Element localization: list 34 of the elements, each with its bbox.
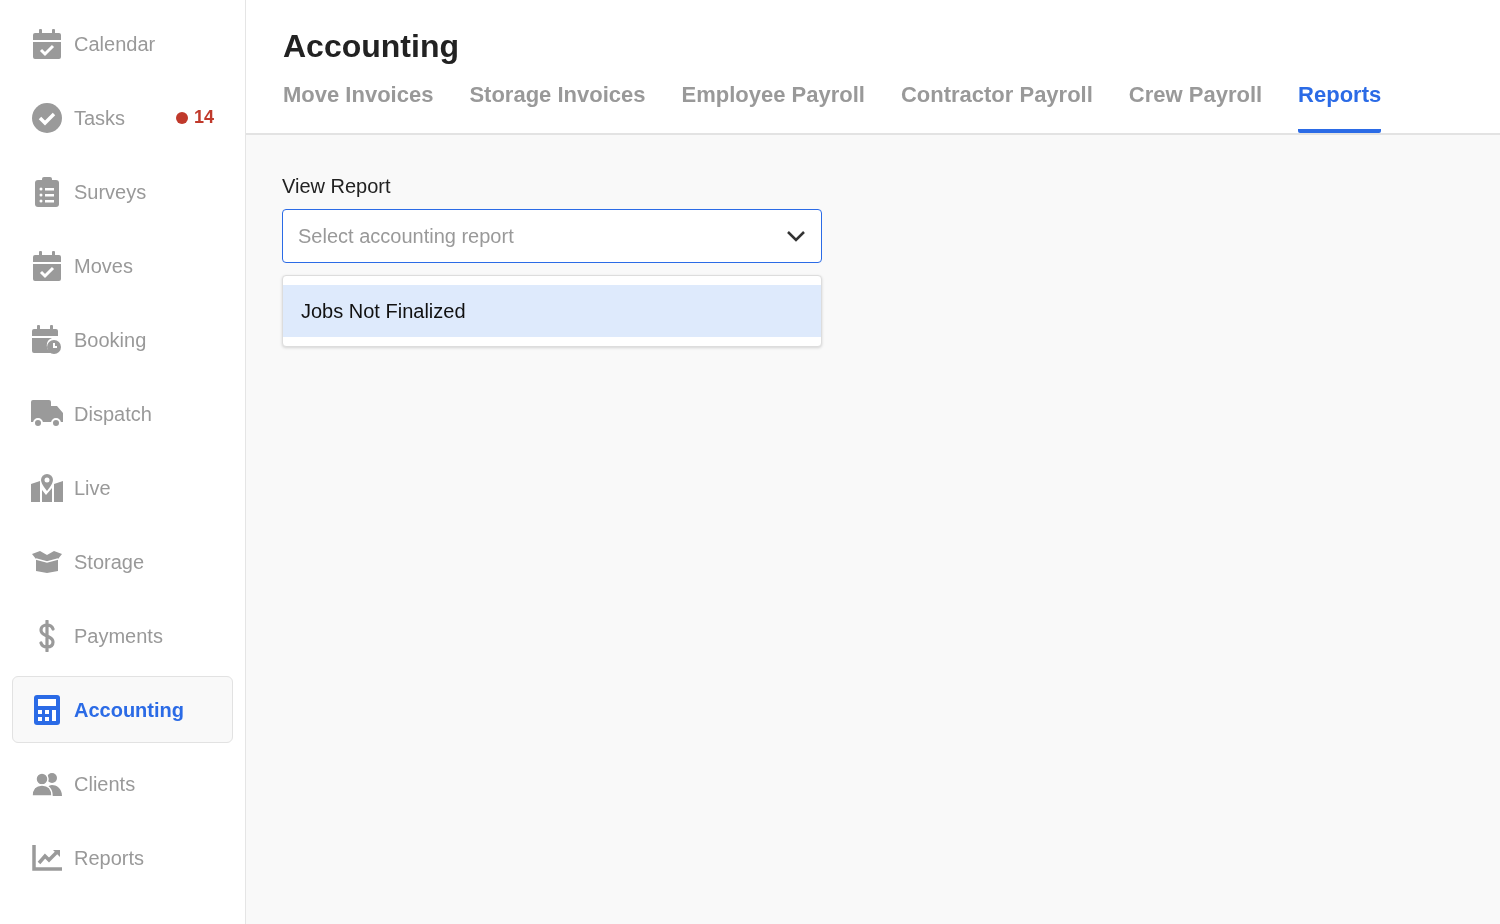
- tab[interactable]: Crew Payroll: [1128, 78, 1263, 133]
- box-icon: [31, 550, 63, 573]
- sidebar-item[interactable]: Calendar: [12, 10, 233, 77]
- sidebar-item[interactable]: Payments: [12, 602, 233, 669]
- sidebar-item[interactable]: Surveys: [12, 158, 233, 225]
- sidebar-item[interactable]: Dispatch: [12, 380, 233, 447]
- sidebar-item[interactable]: Accounting: [12, 676, 233, 743]
- chevron-down-icon: [786, 230, 806, 242]
- field-label: View Report: [282, 174, 392, 199]
- tab[interactable]: Storage Invoices: [469, 78, 646, 133]
- calendar-clock-icon: [31, 324, 63, 355]
- task-count: 14: [193, 106, 214, 129]
- truck-icon: [31, 399, 63, 428]
- page-title: Accounting: [283, 27, 460, 66]
- calculator-icon: [31, 694, 63, 725]
- sidebar-item[interactable]: Reports: [12, 824, 233, 891]
- chart-line-icon: [31, 844, 63, 871]
- sidebar-item[interactable]: Tasks 14: [12, 84, 233, 151]
- calendar-check-icon: [31, 28, 63, 59]
- tab[interactable]: Contractor Payroll: [900, 78, 1093, 133]
- check-circle-icon: [31, 102, 63, 133]
- sidebar-item[interactable]: Booking: [12, 306, 233, 373]
- report-select[interactable]: Select accounting report: [282, 209, 822, 263]
- tab[interactable]: Employee Payroll: [681, 78, 865, 133]
- sidebar-item[interactable]: Clients: [12, 750, 233, 817]
- tab[interactable]: Move Invoices: [283, 78, 434, 133]
- sidebar-item[interactable]: Storage: [12, 528, 233, 595]
- calendar-check-icon: [31, 250, 63, 281]
- tab[interactable]: Reports: [1298, 78, 1382, 133]
- dropdown-option[interactable]: Jobs Not Finalized: [283, 285, 821, 337]
- sidebar-item[interactable]: Live: [12, 454, 233, 521]
- map-pin-icon: [31, 473, 63, 502]
- sidebar-item[interactable]: Moves: [12, 232, 233, 299]
- people-icon: [31, 771, 63, 796]
